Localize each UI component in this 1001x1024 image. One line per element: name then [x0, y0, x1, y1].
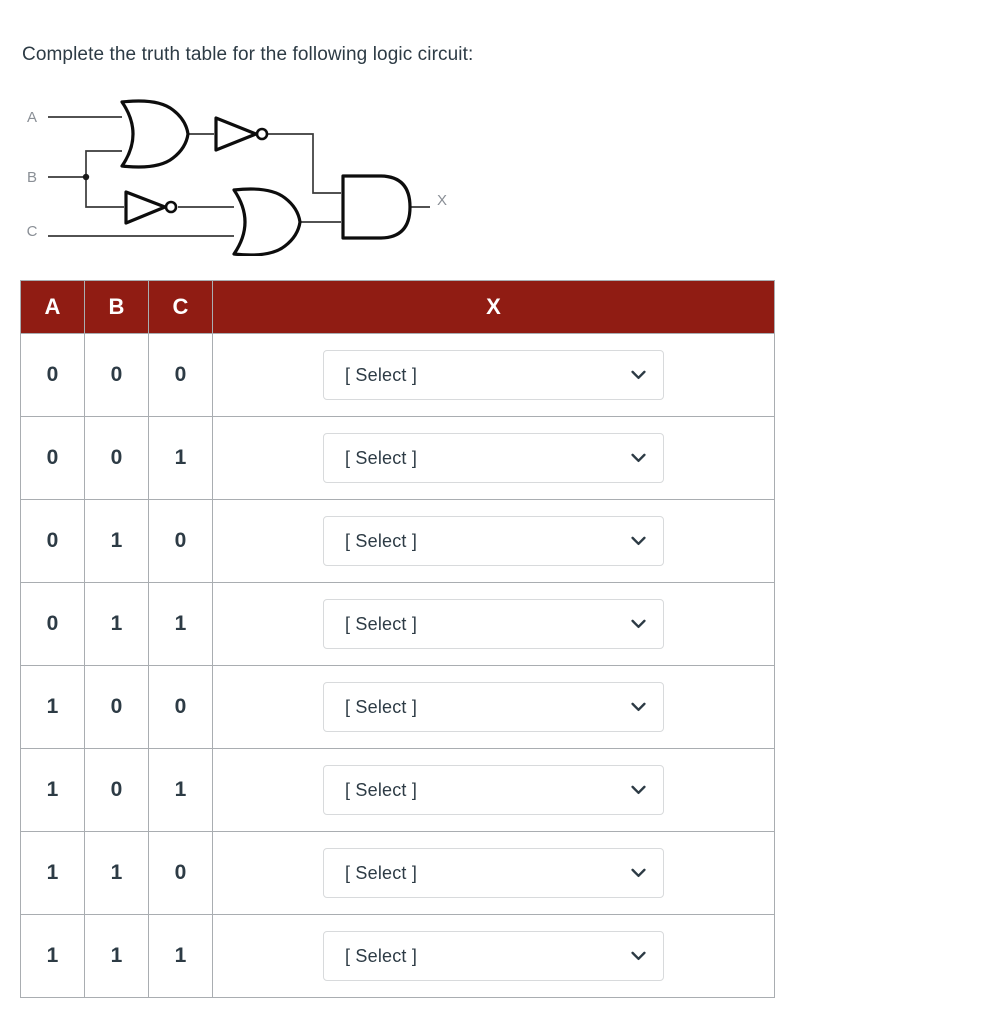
cell-x: [ Select ]: [212, 665, 775, 749]
truth-table: A B C X 0 0 0 [ Select ] 0 0 1 [Select …: [20, 280, 775, 998]
cell-b: 0: [84, 333, 149, 417]
cell-a: 1: [20, 665, 85, 749]
cell-b: 0: [84, 665, 149, 749]
junction-dot-b: [82, 173, 90, 181]
x-select-value: [ Select ]: [345, 364, 418, 385]
cell-c: 0: [148, 333, 213, 417]
input-label-a: A: [27, 109, 37, 126]
cell-a: 0: [20, 333, 85, 417]
cell-x: [ Select ]: [212, 416, 775, 500]
x-select-dropdown[interactable]: [ Select ]: [323, 848, 664, 898]
chevron-down-icon: [631, 785, 646, 795]
x-select-dropdown[interactable]: [ Select ]: [323, 350, 664, 400]
x-select-dropdown[interactable]: [ Select ]: [323, 765, 664, 815]
table-row: 0 0 0 [ Select ]: [20, 333, 775, 417]
cell-a: 0: [20, 582, 85, 666]
not-gate-1-bubble: [255, 127, 269, 141]
page-title: Complete the truth table for the followi…: [22, 44, 474, 65]
truth-table-head: A B C X: [20, 280, 775, 334]
column-header-a: A: [20, 280, 85, 334]
x-select-value: [ Select ]: [345, 779, 418, 800]
cell-c: 1: [148, 748, 213, 832]
cell-c: 0: [148, 831, 213, 915]
x-select-value: [ Select ]: [345, 530, 418, 551]
output-label-x: X: [437, 192, 447, 209]
or-gate-2: [232, 187, 302, 256]
table-row: 1 1 1 [ Select ]: [20, 914, 775, 998]
input-label-b: B: [27, 169, 37, 186]
chevron-down-icon: [631, 536, 646, 546]
cell-c: 1: [148, 914, 213, 998]
chevron-down-icon: [631, 702, 646, 712]
cell-x: [ Select ]: [212, 748, 775, 832]
x-select-value: [ Select ]: [345, 696, 418, 717]
cell-c: 1: [148, 582, 213, 666]
wire-b-to-not2: [85, 177, 124, 208]
x-select-dropdown[interactable]: [ Select ]: [323, 599, 664, 649]
wire-not1-to-and: [268, 133, 341, 194]
table-row: 1 0 1 [ Select ]: [20, 748, 775, 832]
cell-x: [ Select ]: [212, 333, 775, 417]
cell-a: 1: [20, 914, 85, 998]
x-select-dropdown[interactable]: [ Select ]: [323, 516, 664, 566]
truth-table-body: 0 0 0 [ Select ] 0 0 1 [ Select ] 0 1 0 …: [20, 333, 775, 998]
and-gate: [341, 174, 412, 240]
cell-a: 1: [20, 831, 85, 915]
column-header-c: C: [148, 280, 213, 334]
cell-b: 0: [84, 416, 149, 500]
cell-b: 1: [84, 914, 149, 998]
cell-a: 1: [20, 748, 85, 832]
chevron-down-icon: [631, 619, 646, 629]
x-select-dropdown[interactable]: [ Select ]: [323, 433, 664, 483]
cell-x: [ Select ]: [212, 499, 775, 583]
not-gate-2: [124, 190, 167, 225]
wire-b-to-or1: [85, 150, 122, 177]
table-row: 0 1 0 [ Select ]: [20, 499, 775, 583]
chevron-down-icon: [631, 868, 646, 878]
cell-x: [ Select ]: [212, 582, 775, 666]
cell-a: 0: [20, 416, 85, 500]
not-gate-2-bubble: [164, 200, 178, 214]
cell-b: 1: [84, 582, 149, 666]
cell-c: 1: [148, 416, 213, 500]
or-gate-1: [120, 99, 190, 169]
column-header-b: B: [84, 280, 149, 334]
cell-x: [ Select ]: [212, 831, 775, 915]
cell-a: 0: [20, 499, 85, 583]
x-select-value: [ Select ]: [345, 447, 418, 468]
cell-c: 0: [148, 665, 213, 749]
cell-c: 0: [148, 499, 213, 583]
not-gate-1: [214, 116, 258, 152]
cell-b: 1: [84, 499, 149, 583]
table-row: 0 1 1 [ Select ]: [20, 582, 775, 666]
x-select-dropdown[interactable]: [ Select ]: [323, 682, 664, 732]
x-select-value: [ Select ]: [345, 613, 418, 634]
chevron-down-icon: [631, 951, 646, 961]
x-select-value: [ Select ]: [345, 945, 418, 966]
cell-b: 0: [84, 748, 149, 832]
table-row: 0 0 1 [ Select ]: [20, 416, 775, 500]
cell-b: 1: [84, 831, 149, 915]
logic-circuit-diagram: A B C X: [18, 96, 488, 256]
input-label-c: C: [27, 223, 38, 240]
table-row: 1 1 0 [ Select ]: [20, 831, 775, 915]
column-header-x: X: [212, 280, 775, 334]
cell-x: [ Select ]: [212, 914, 775, 998]
table-row: 1 0 0 [ Select ]: [20, 665, 775, 749]
chevron-down-icon: [631, 453, 646, 463]
x-select-dropdown[interactable]: [ Select ]: [323, 931, 664, 981]
x-select-value: [ Select ]: [345, 862, 418, 883]
chevron-down-icon: [631, 370, 646, 380]
table-header-row: A B C X: [20, 280, 775, 334]
